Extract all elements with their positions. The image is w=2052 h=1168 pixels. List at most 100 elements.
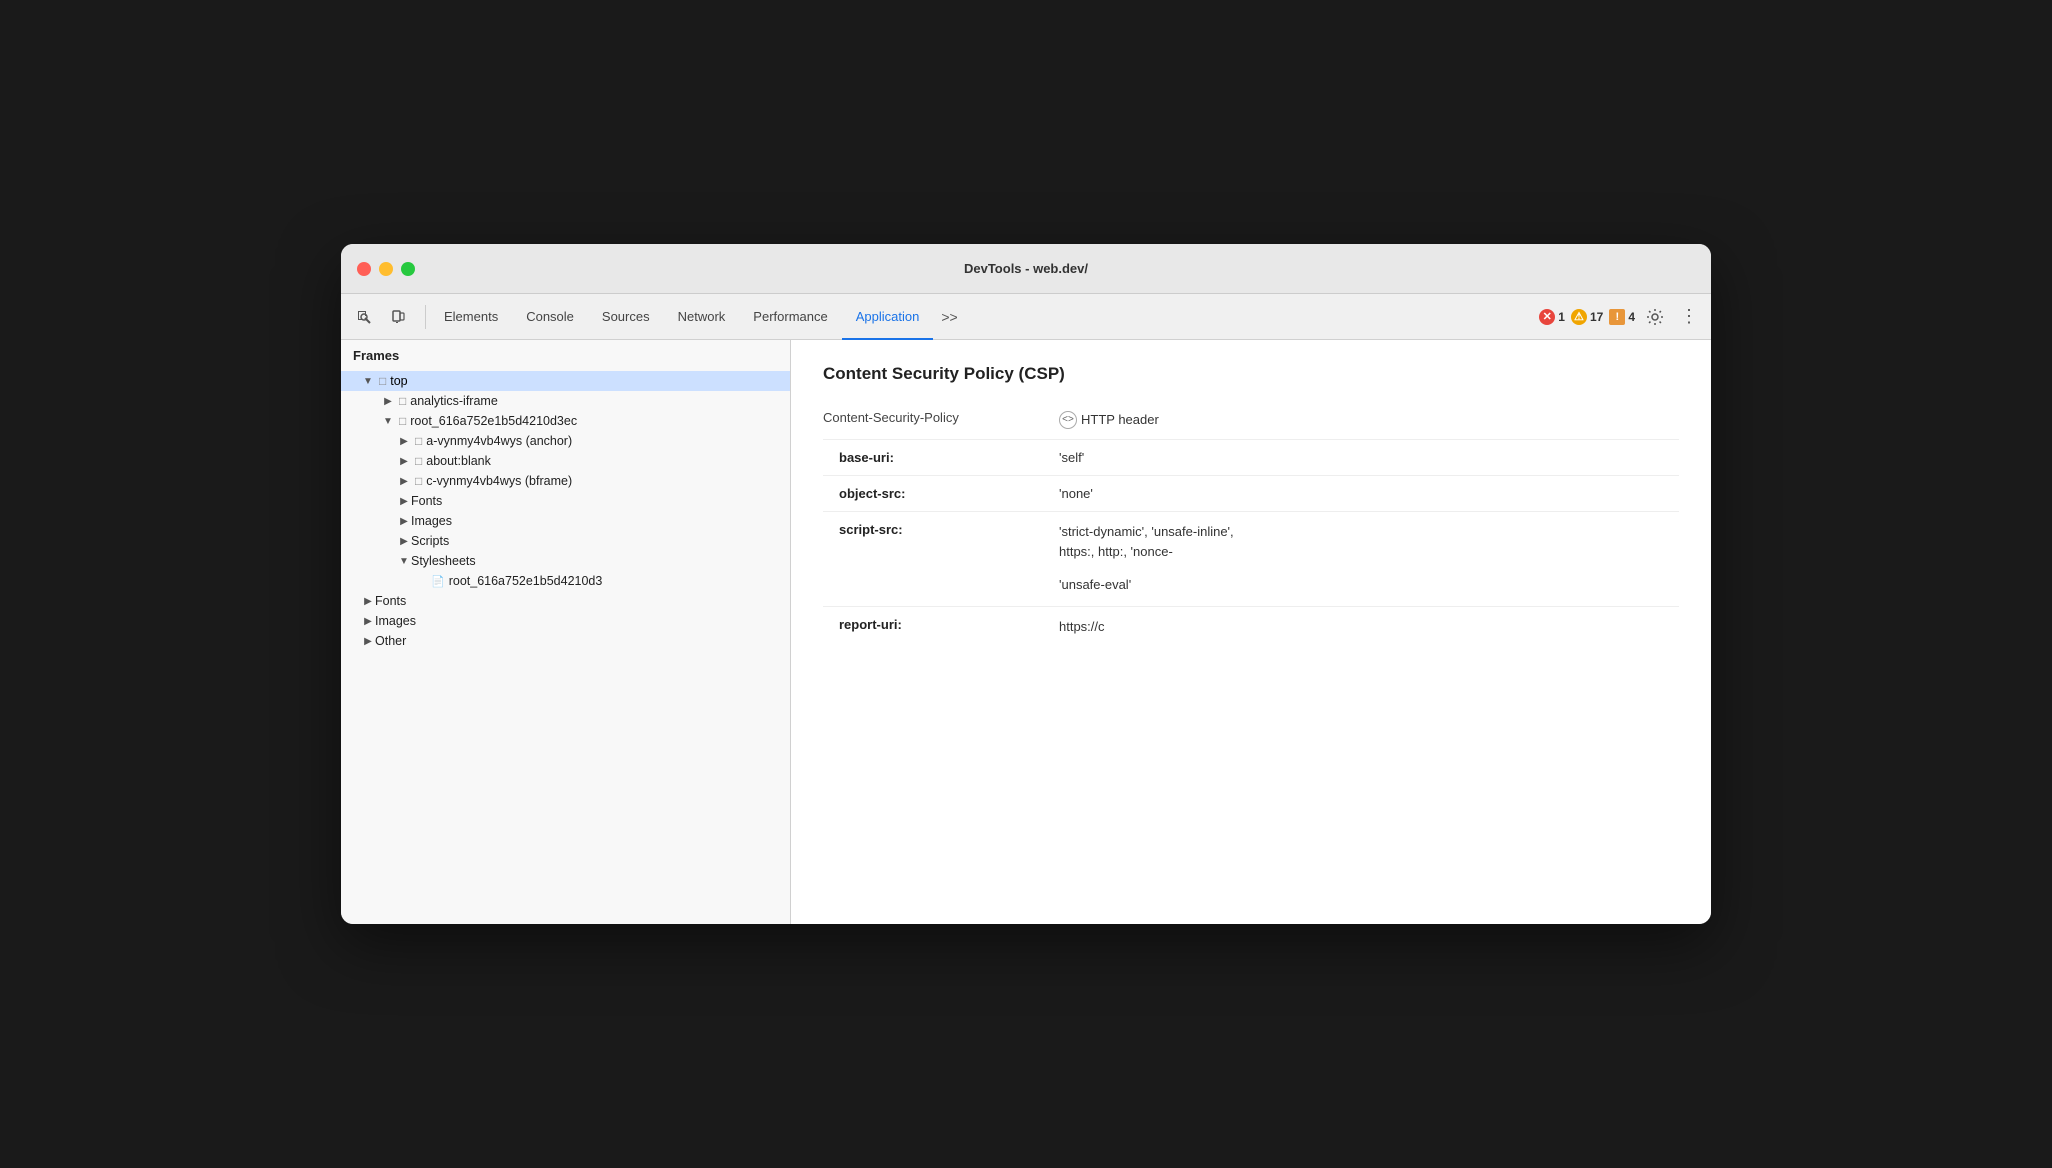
info-icon: !: [1609, 309, 1625, 325]
toolbar-separator: [425, 305, 426, 329]
tree-arrow-images-outer: [361, 614, 375, 628]
folder-icon-c-vynmy: □: [415, 474, 422, 488]
info-count: 4: [1628, 310, 1635, 324]
tree-arrow-about-blank: [397, 454, 411, 468]
inspect-element-button[interactable]: [349, 302, 379, 332]
sidebar-item-stylesheets-label: Stylesheets: [411, 554, 476, 568]
content-panel: Content Security Policy (CSP) Content-Se…: [791, 340, 1711, 924]
toolbar-icons: [349, 302, 413, 332]
csp-base-uri-value: 'self': [1043, 444, 1679, 471]
sidebar-item-analytics-iframe[interactable]: □ analytics-iframe: [341, 391, 790, 411]
csp-script-src-line1: 'strict-dynamic', 'unsafe-inline',: [1059, 522, 1679, 543]
csp-report-uri-line1: https://c: [1059, 617, 1679, 638]
settings-button[interactable]: [1641, 303, 1669, 331]
file-icon-root: 📄: [431, 575, 445, 588]
sidebar-item-about-blank-label: about:blank: [426, 454, 491, 468]
divider-3: [823, 511, 1679, 512]
sidebar-item-root-label: root_616a752e1b5d4210d3ec: [410, 414, 577, 428]
csp-script-src-line3: 'unsafe-eval': [1059, 575, 1679, 596]
tree-arrow-fonts-outer: [361, 594, 375, 608]
divider-2: [823, 475, 1679, 476]
sidebar-item-images-outer[interactable]: Images: [341, 611, 790, 631]
csp-script-src-value: 'strict-dynamic', 'unsafe-inline', https…: [1043, 516, 1679, 602]
divider-4: [823, 606, 1679, 607]
sidebar-item-fonts-outer-label: Fonts: [375, 594, 406, 608]
tab-performance[interactable]: Performance: [739, 294, 841, 340]
sidebar-item-fonts-inner-label: Fonts: [411, 494, 442, 508]
overflow-menu-button[interactable]: ⋮: [1675, 303, 1703, 331]
sidebar-item-root-file[interactable]: 📄 root_616a752e1b5d4210d3: [341, 571, 790, 591]
toolbar-right: ✕ 1 ⚠ 17 ! 4 ⋮: [1539, 303, 1703, 331]
tab-sources[interactable]: Sources: [588, 294, 664, 340]
csp-script-src-line2: https:, http:, 'nonce-: [1059, 542, 1679, 563]
tree-arrow-scripts-inner: [397, 534, 411, 548]
sidebar-item-c-vynmy-label: c-vynmy4vb4wys (bframe): [426, 474, 572, 488]
info-badge: ! 4: [1609, 309, 1635, 325]
maximize-button[interactable]: [401, 262, 415, 276]
tree-arrow-fonts-inner: [397, 494, 411, 508]
tab-network[interactable]: Network: [664, 294, 740, 340]
sidebar-item-root-frame[interactable]: □ root_616a752e1b5d4210d3ec: [341, 411, 790, 431]
tree-arrow-c-vynmy: [397, 474, 411, 488]
tree-arrow-root: [381, 414, 395, 428]
tab-application[interactable]: Application: [842, 294, 934, 340]
tree-arrow-stylesheets-inner: [397, 554, 411, 568]
sidebar-item-root-file-label: root_616a752e1b5d4210d3: [449, 574, 603, 588]
sidebar-item-fonts-outer[interactable]: Fonts: [341, 591, 790, 611]
device-icon: [390, 309, 406, 325]
sidebar-item-a-vynmy[interactable]: □ a-vynmy4vb4wys (anchor): [341, 431, 790, 451]
sidebar-item-top-label: top: [390, 374, 407, 388]
sidebar-item-scripts-inner-label: Scripts: [411, 534, 449, 548]
sidebar-item-fonts-inner[interactable]: Fonts: [341, 491, 790, 511]
folder-icon-analytics: □: [399, 394, 406, 408]
tree-arrow-a-vynmy: [397, 434, 411, 448]
window-controls: [357, 262, 415, 276]
titlebar: DevTools - web.dev/: [341, 244, 1711, 294]
main-content: Frames □ top □ analytics-iframe □ root_6…: [341, 340, 1711, 924]
tree-arrow-images-inner: [397, 514, 411, 528]
divider-1: [823, 439, 1679, 440]
csp-object-src-key: object-src:: [823, 480, 1043, 507]
warning-badge: ⚠ 17: [1571, 309, 1603, 325]
folder-icon-root: □: [399, 414, 406, 428]
http-tag-icon: <>: [1059, 411, 1077, 429]
tab-elements[interactable]: Elements: [430, 294, 512, 340]
folder-icon-a-vynmy: □: [415, 434, 422, 448]
warning-icon: ⚠: [1571, 309, 1587, 325]
inspect-icon: [356, 309, 372, 325]
error-icon: ✕: [1539, 309, 1555, 325]
error-count: 1: [1558, 310, 1565, 324]
toolbar-tabs: Elements Console Sources Network Perform…: [430, 294, 1539, 340]
sidebar-item-other-outer[interactable]: Other: [341, 631, 790, 651]
sidebar: Frames □ top □ analytics-iframe □ root_6…: [341, 340, 791, 924]
sidebar-section-frames: Frames: [341, 340, 790, 371]
sidebar-item-analytics-label: analytics-iframe: [410, 394, 498, 408]
tab-console[interactable]: Console: [512, 294, 588, 340]
csp-base-uri-key: base-uri:: [823, 444, 1043, 471]
sidebar-item-stylesheets-inner[interactable]: Stylesheets: [341, 551, 790, 571]
device-toggle-button[interactable]: [383, 302, 413, 332]
folder-icon-top: □: [379, 374, 386, 388]
more-tabs-button[interactable]: >>: [933, 305, 965, 329]
sidebar-item-other-label: Other: [375, 634, 406, 648]
minimize-button[interactable]: [379, 262, 393, 276]
csp-report-uri-value: https://c: [1043, 611, 1679, 644]
sidebar-item-about-blank[interactable]: □ about:blank: [341, 451, 790, 471]
gear-icon: [1646, 308, 1664, 326]
window-title: DevTools - web.dev/: [964, 261, 1088, 276]
tree-arrow-root-file: [413, 574, 427, 588]
devtools-window: DevTools - web.dev/: [341, 244, 1711, 924]
tree-arrow-top: [361, 374, 375, 388]
csp-object-src-value: 'none': [1043, 480, 1679, 507]
csp-script-src-key: script-src:: [823, 516, 1043, 602]
sidebar-item-images-inner[interactable]: Images: [341, 511, 790, 531]
http-header-label: HTTP header: [1081, 412, 1159, 427]
sidebar-item-scripts-inner[interactable]: Scripts: [341, 531, 790, 551]
sidebar-item-c-vynmy[interactable]: □ c-vynmy4vb4wys (bframe): [341, 471, 790, 491]
sidebar-item-top[interactable]: □ top: [341, 371, 790, 391]
csp-title: Content Security Policy (CSP): [823, 364, 1679, 384]
close-button[interactable]: [357, 262, 371, 276]
csp-report-uri-key: report-uri:: [823, 611, 1043, 644]
csp-policy-key: Content-Security-Policy: [823, 404, 1043, 431]
csp-grid: Content-Security-Policy <> HTTP header b…: [823, 404, 1679, 644]
